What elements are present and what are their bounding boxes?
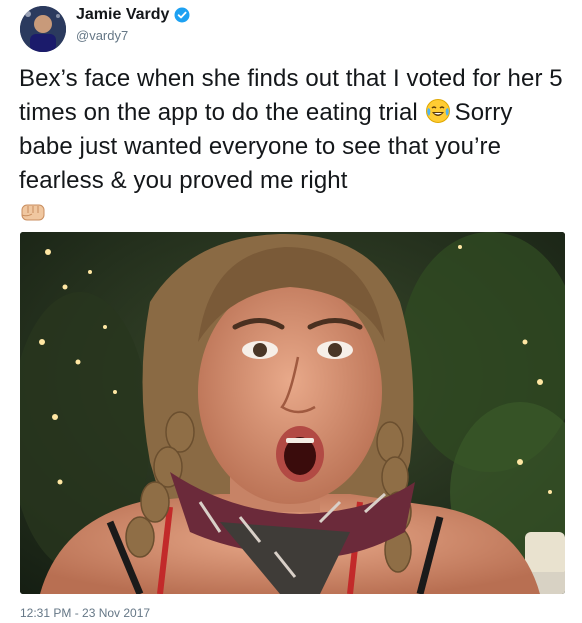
face-with-tears-of-joy-icon <box>425 98 451 124</box>
author-handle[interactable]: @vardy7 <box>76 28 128 43</box>
tweet-photo[interactable] <box>20 232 565 594</box>
author-name-row: Jamie Vardy <box>76 6 190 24</box>
tweet-text: Bex’s face when she finds out that I vot… <box>19 62 564 224</box>
author-avatar[interactable] <box>20 6 66 52</box>
oncoming-fist-icon <box>19 200 49 224</box>
tweet-timestamp[interactable]: 12:31 PM - 23 Nov 2017 <box>20 606 150 620</box>
verified-badge-icon <box>174 7 190 23</box>
author-name[interactable]: Jamie Vardy <box>76 6 169 24</box>
